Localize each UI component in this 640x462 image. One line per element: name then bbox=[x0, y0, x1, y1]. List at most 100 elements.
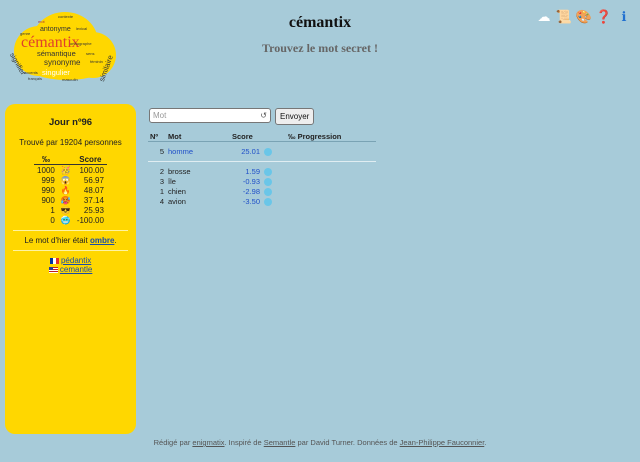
table-row: 990 🔥 48.07 bbox=[34, 185, 107, 195]
footer-text: . Inspiré de bbox=[224, 438, 264, 447]
guess-word: chien bbox=[168, 186, 186, 196]
last-guess-row: 5 homme 25.01 bbox=[148, 146, 376, 156]
column-header-emoji bbox=[262, 131, 286, 142]
page-subtitle: Trouvez le mot secret ! bbox=[262, 41, 378, 55]
table-row: 4 avion -3.50 bbox=[148, 196, 376, 206]
guess-emoji bbox=[262, 176, 286, 186]
rank-cell: 1000 bbox=[37, 165, 55, 175]
table-row: 1 😎 25.93 bbox=[34, 205, 107, 215]
score-cell: 37.14 bbox=[83, 195, 104, 205]
rank-cell: 0 bbox=[50, 215, 55, 225]
guesses-table: Nº Mot Score ‰ Progression 5 homme 25.01… bbox=[148, 131, 376, 206]
guess-word: homme bbox=[168, 146, 194, 156]
cold-face-icon bbox=[264, 177, 272, 186]
undo-icon[interactable]: ↺ bbox=[260, 111, 267, 120]
guess-progression bbox=[286, 176, 376, 186]
guess-progression bbox=[286, 146, 376, 156]
cemantle-link[interactable]: cemantle bbox=[60, 265, 92, 274]
cold-face-icon bbox=[264, 167, 272, 176]
divider bbox=[13, 230, 128, 231]
france-flag-icon bbox=[49, 257, 59, 264]
logo-word: masculin bbox=[62, 77, 78, 82]
score-cell: 48.07 bbox=[83, 185, 104, 195]
column-header-score: Score bbox=[73, 155, 107, 165]
sister-game-link-pedantix: pédantix bbox=[5, 256, 136, 265]
table-row: 3 île -0.93 bbox=[148, 176, 376, 186]
guess-placeholder: Mot bbox=[153, 111, 167, 120]
logo-word: singulier bbox=[42, 68, 70, 77]
rank-cell: 900 bbox=[41, 195, 55, 205]
table-row: 1000 🥳 100.00 bbox=[34, 165, 107, 176]
guess-score: 1.59 bbox=[245, 166, 260, 176]
hot-face-icon: 🥵 bbox=[60, 195, 71, 205]
guess-word: avion bbox=[168, 196, 186, 206]
table-row: 0 🥶 -100.00 bbox=[34, 215, 107, 225]
page-title: cémantix bbox=[288, 14, 352, 31]
rank-cell: 999 bbox=[41, 175, 55, 185]
guess-score: -2.98 bbox=[242, 186, 260, 196]
guess-score: 25.01 bbox=[241, 146, 260, 156]
guess-emoji bbox=[262, 166, 286, 176]
found-by-count: Trouvé par 19204 personnes bbox=[19, 138, 122, 147]
rank-cell: 990 bbox=[41, 185, 55, 195]
semantle-link[interactable]: Semantle bbox=[264, 438, 296, 447]
column-header-number: Nº bbox=[148, 131, 166, 142]
table-row: 999 😱 56.97 bbox=[34, 175, 107, 185]
column-header-score: Score bbox=[230, 131, 262, 142]
score-cell: 25.93 bbox=[83, 205, 104, 215]
guess-progression bbox=[286, 166, 376, 176]
logo-word: français bbox=[28, 76, 43, 81]
guess-emoji bbox=[262, 186, 286, 196]
column-header-word: Mot bbox=[166, 131, 230, 142]
sunglasses-icon: 😎 bbox=[60, 205, 71, 215]
cold-face-icon bbox=[264, 147, 272, 156]
column-header-emoji bbox=[57, 155, 74, 165]
logo-word: synonyme bbox=[44, 58, 81, 67]
cold-face-icon bbox=[264, 187, 272, 196]
scream-icon: 😱 bbox=[60, 175, 71, 185]
guess-word: île bbox=[168, 176, 176, 186]
guess-progression bbox=[286, 186, 376, 196]
guess-number: 4 bbox=[159, 196, 164, 206]
footer: Rédigé par enigmatix. Inspiré de Semantl… bbox=[0, 438, 640, 447]
table-row: 1 chien -2.98 bbox=[148, 186, 376, 196]
divider bbox=[13, 250, 128, 251]
guess-input[interactable]: Mot ↺ bbox=[149, 108, 271, 123]
yesterday-word: Le mot d'hier était ombre. bbox=[5, 236, 136, 245]
guess-number: 5 bbox=[159, 146, 164, 156]
table-row: 2 brosse 1.59 bbox=[148, 166, 376, 176]
day-number: Jour nº96 bbox=[48, 117, 93, 128]
score-cell: -100.00 bbox=[76, 215, 104, 225]
sister-game-link-cemantle: cemantle bbox=[5, 265, 136, 274]
guess-score: -0.93 bbox=[242, 176, 260, 186]
guess-emoji bbox=[262, 146, 286, 156]
score-thresholds-table: ‰ Score 1000 🥳 100.00 999 😱 56.97 990 🔥 48.07 … bbox=[34, 155, 107, 225]
guess-emoji bbox=[262, 196, 286, 206]
us-flag-icon bbox=[48, 266, 58, 273]
fauconnier-link[interactable]: Jean-Philippe Fauconnier bbox=[400, 438, 485, 447]
fire-icon: 🔥 bbox=[60, 185, 71, 195]
guess-number: 2 bbox=[159, 166, 164, 176]
guess-score: -3.50 bbox=[242, 196, 260, 206]
logo-word: féminin bbox=[90, 59, 103, 64]
guess-form: Mot ↺ Envoyer bbox=[149, 108, 315, 125]
guess-progression bbox=[286, 196, 376, 206]
yesterday-suffix: . bbox=[114, 236, 117, 245]
rank-cell: 1 bbox=[50, 205, 55, 215]
logo-word: accents bbox=[24, 70, 38, 75]
cold-face-icon: 🥶 bbox=[60, 215, 71, 225]
guess-number: 1 bbox=[159, 186, 164, 196]
column-header-progression: ‰ Progression bbox=[286, 131, 376, 142]
yesterday-word-link[interactable]: ombre bbox=[90, 236, 114, 245]
score-cell: 100.00 bbox=[79, 165, 104, 175]
table-row: 900 🥵 37.14 bbox=[34, 195, 107, 205]
enigmatix-link[interactable]: enigmatix bbox=[192, 438, 224, 447]
score-cell: 56.97 bbox=[83, 175, 104, 185]
pedantix-link[interactable]: pédantix bbox=[61, 256, 91, 265]
footer-text: par David Turner. Données de bbox=[295, 438, 400, 447]
stats-sidebar: Jour nº96 Trouvé par 19204 personnes ‰ S… bbox=[5, 104, 136, 434]
send-button[interactable]: Envoyer bbox=[275, 108, 315, 125]
guess-word: brosse bbox=[168, 166, 191, 176]
party-icon: 🥳 bbox=[60, 165, 71, 175]
guess-number: 3 bbox=[159, 176, 164, 186]
